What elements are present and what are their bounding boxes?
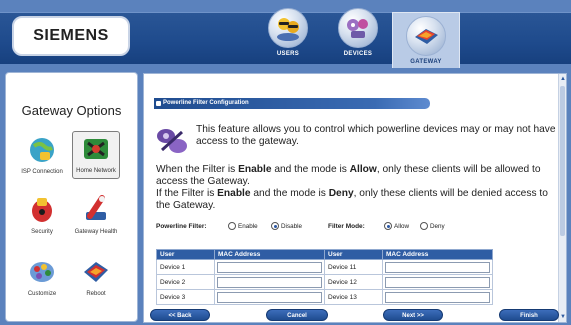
mode-allow-radio[interactable]: Allow xyxy=(384,222,409,230)
mac-address-input[interactable] xyxy=(217,291,322,303)
main-panel: Powerline Filter Configuration This feat… xyxy=(143,73,567,323)
filter-disable-radio[interactable]: Disable xyxy=(271,222,302,230)
device-mac-table: User MAC Address User MAC Address Device… xyxy=(156,249,493,305)
text-fragment: and the mode is xyxy=(250,188,329,199)
tab-gateway-label: GATEWAY xyxy=(410,59,442,65)
text-fragment: Enable xyxy=(217,188,251,199)
sidebar-item-label: Home Network xyxy=(76,168,116,174)
text-fragment: When the Filter is xyxy=(156,164,239,175)
allow-mode-description: When the Filter is Enable and the mode i… xyxy=(156,164,556,187)
filter-enable-radio[interactable]: Enable xyxy=(228,222,258,230)
table-row: Device 2 Device 12 xyxy=(156,274,493,290)
column-header: MAC Address xyxy=(382,249,493,260)
mac-address-cell xyxy=(382,274,493,290)
mac-address-cell xyxy=(214,259,325,275)
sidebar-item-label: ISP Connection xyxy=(21,169,63,175)
device-name: Device 2 xyxy=(156,274,215,290)
radio-label: Disable xyxy=(281,222,302,230)
radio-circle xyxy=(384,222,392,230)
radio-circle xyxy=(228,222,236,230)
customize-icon xyxy=(25,255,59,289)
powerline-filter-label: Powerline Filter: xyxy=(156,223,207,230)
sidebar-item-label: Reboot xyxy=(86,291,106,297)
isp-connection-icon xyxy=(25,133,59,167)
mac-address-input[interactable] xyxy=(385,276,490,288)
mac-address-cell xyxy=(382,289,493,305)
cancel-button[interactable]: Cancel xyxy=(266,309,328,321)
mac-address-input[interactable] xyxy=(385,261,490,273)
header: SIEMENS USERS DEVICES GATEWAY xyxy=(0,0,571,68)
sidebar-item-security[interactable]: Security xyxy=(18,193,66,236)
section-title: Powerline Filter Configuration xyxy=(163,100,249,106)
tab-users-label: USERS xyxy=(276,51,300,57)
device-name: Device 3 xyxy=(156,289,215,305)
tab-devices[interactable]: DEVICES xyxy=(326,8,390,66)
device-name: Device 12 xyxy=(324,274,383,290)
sidebar-title: Gateway Options xyxy=(21,103,122,118)
gateway-health-icon xyxy=(79,193,113,227)
table-header-row: User MAC Address User MAC Address xyxy=(156,249,493,260)
column-header: User xyxy=(324,249,383,260)
text-fragment: Enable xyxy=(238,164,272,175)
tab-devices-label: DEVICES xyxy=(343,51,373,57)
mac-address-cell xyxy=(214,274,325,290)
devices-icon xyxy=(338,8,378,48)
column-header: User xyxy=(156,249,215,260)
radio-circle xyxy=(420,222,428,230)
scroll-down-icon[interactable]: ▼ xyxy=(560,314,566,320)
text-fragment: and the mode is xyxy=(271,164,350,175)
tab-users[interactable]: USERS xyxy=(256,8,320,66)
gateway-icon xyxy=(406,16,446,56)
mac-address-cell xyxy=(382,259,493,275)
device-name: Device 11 xyxy=(324,259,383,275)
sidebar-item-gateway-health[interactable]: Gateway Health xyxy=(72,193,120,236)
sidebar-item-reboot[interactable]: Reboot xyxy=(72,255,120,298)
sidebar-item-isp-connection[interactable]: ISP Connection xyxy=(18,133,66,176)
device-name: Device 13 xyxy=(324,289,383,305)
vertical-scrollbar[interactable]: ▲ ▼ xyxy=(558,74,566,322)
home-network-icon xyxy=(79,132,113,166)
mac-address-input[interactable] xyxy=(385,291,490,303)
column-header: MAC Address xyxy=(214,249,325,260)
reboot-icon xyxy=(79,255,113,289)
mac-address-input[interactable] xyxy=(217,261,322,273)
bullet-icon xyxy=(156,101,161,106)
intro-text: This feature allows you to control which… xyxy=(196,124,556,147)
radio-label: Deny xyxy=(430,222,445,230)
sidebar: Gateway Options ISP Connection Home Netw… xyxy=(5,72,138,322)
radio-label: Enable xyxy=(238,222,258,230)
finish-button[interactable]: Finish xyxy=(499,309,559,321)
sidebar-item-label: Customize xyxy=(27,291,57,297)
table-row: Device 3 Device 13 xyxy=(156,289,493,305)
filter-mode-label: Filter Mode: xyxy=(328,223,365,230)
sidebar-item-home-network[interactable]: Home Network xyxy=(72,131,120,179)
radio-label: Allow xyxy=(394,222,410,230)
text-fragment: Allow xyxy=(349,164,377,175)
mac-address-cell xyxy=(214,289,325,305)
sidebar-item-customize[interactable]: Customize xyxy=(18,255,66,298)
tab-gateway[interactable]: GATEWAY xyxy=(392,12,460,68)
deny-mode-description: If the Filter is Enable and the mode is … xyxy=(156,188,556,211)
sidebar-item-label: Security xyxy=(31,229,53,235)
security-icon xyxy=(25,193,59,227)
device-name: Device 1 xyxy=(156,259,215,275)
scroll-up-icon[interactable]: ▲ xyxy=(560,76,566,82)
back-button[interactable]: << Back xyxy=(150,309,210,321)
next-button[interactable]: Next >> xyxy=(383,309,443,321)
section-title-bar: Powerline Filter Configuration xyxy=(154,98,430,109)
radio-circle xyxy=(271,222,279,230)
mode-deny-radio[interactable]: Deny xyxy=(420,222,445,230)
mac-address-input[interactable] xyxy=(217,276,322,288)
scroll-thumb[interactable] xyxy=(560,86,565,236)
users-icon xyxy=(268,8,308,48)
text-fragment: If the Filter is xyxy=(156,188,218,199)
table-row: Device 1 Device 11 xyxy=(156,259,493,275)
text-fragment: Deny xyxy=(328,188,354,199)
filter-settings-row: Powerline Filter: Enable Disable Filter … xyxy=(156,222,556,234)
sidebar-item-label: Gateway Health xyxy=(74,229,118,235)
siemens-logo: SIEMENS xyxy=(12,16,130,56)
powerline-filter-icon xyxy=(154,126,190,156)
